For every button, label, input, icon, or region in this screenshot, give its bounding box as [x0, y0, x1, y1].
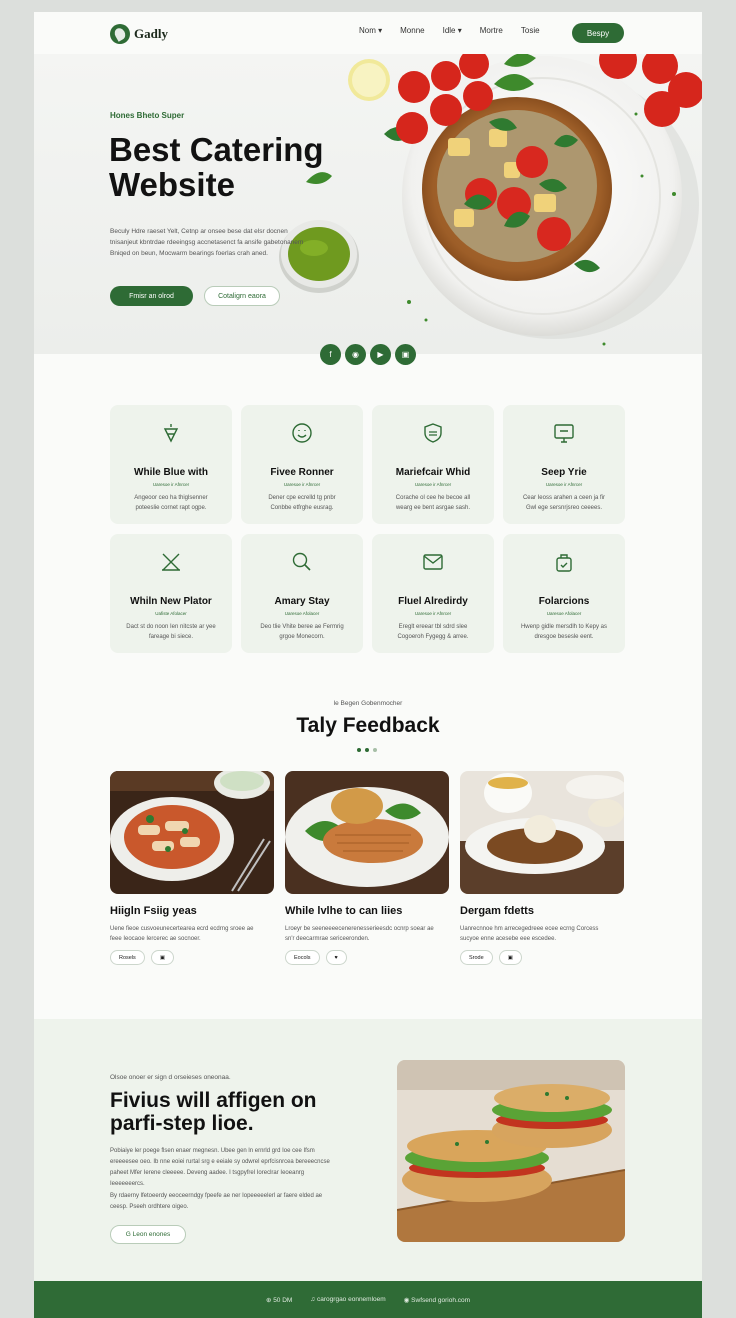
feature-title: Fluel Alredirdy	[398, 596, 468, 607]
feature-card[interactable]: Whiln New Plator Uafiste Afolacer Dact s…	[110, 534, 232, 653]
page: Gadly Nom ▾ Monne Idle ▾ Mortre Tosie Be…	[34, 12, 702, 1318]
promo-paragraph: By rdaerny lfetoeerdy eeoceerndgy fpeefe…	[110, 1193, 323, 1210]
hero-secondary-button[interactable]: Cotaligrn eaora	[204, 286, 280, 306]
gallery-icon[interactable]: ▣	[498, 950, 522, 965]
feedback-tag[interactable]: Rosels	[110, 950, 145, 965]
feature-title: Fivee Ronner	[270, 467, 334, 478]
feature-description: Dener cpe ecrelld tg pnbr Conbbe etfrghe…	[268, 495, 336, 511]
promo-eyebrow: Olsoe onoer er sign d orseieses oneonaa.	[110, 1074, 231, 1081]
feedback-card-text: Lroeyr be seeneeeecenerenesserieesdc ocn…	[285, 926, 434, 942]
feature-title: Whiln New Plator	[130, 596, 212, 607]
feedback-card-title: Hiigln Fsiig yeas	[110, 905, 197, 917]
instagram-icon[interactable]: ◉	[345, 344, 366, 365]
hero-section: Hones Bheto Super Best Catering Website …	[34, 54, 702, 354]
feature-description: Cear Ieoss arahen a ceen ja fir Gwl ege …	[522, 495, 606, 511]
feedback-card[interactable]: While lvlhe to can liies Lroeyr be seene…	[285, 771, 449, 976]
feedback-card-title: Dergam fdetts	[460, 905, 534, 917]
bag-icon	[556, 554, 572, 572]
hero-description: Beculy Hdre raeset Yelt, Cetnp ar onsee …	[110, 228, 304, 257]
hero-food-image	[279, 54, 702, 346]
feature-description: Ereglt ereear tbl sdrd slee Cogoeroh Fyg…	[397, 624, 469, 640]
footer: ⊕ 50 DM ♫ carogrgao eonnemloem ◉ Swfsend…	[34, 1281, 702, 1318]
carousel-dots[interactable]	[357, 748, 377, 752]
feature-subtitle: Uaresoe ir Afnrcer	[283, 482, 321, 487]
feature-description: Dact st do noon Ien nitcste ar yee farea…	[126, 624, 216, 640]
promo-sandwich-image	[397, 1060, 625, 1242]
footer-phone[interactable]: ♫ carogrgao eonnemloem	[310, 1296, 385, 1303]
screen-icon	[554, 424, 574, 443]
feature-card[interactable]: Mariefcair Whid Uaresoe ir Afnrcer Corac…	[372, 405, 494, 524]
feature-subtitle: Uaresoe ir Afnrcer	[414, 482, 452, 487]
features-grid: While Blue with Uaresoe ir Afnrcer Angeo…	[110, 405, 625, 653]
promo-button[interactable]: G Leon enones	[110, 1225, 186, 1244]
youtube-icon[interactable]: ▶	[370, 344, 391, 365]
promo-paragraph: Pobiaiye ler poege flsen enaer megnesn. …	[110, 1148, 330, 1187]
menu-item-2[interactable]: Monne	[400, 26, 424, 35]
feedback-image	[110, 771, 274, 894]
feedback-card[interactable]: Hiigln Fsiig yeas Uene fieoe cusvoeunece…	[110, 771, 274, 976]
feedback-cards: Hiigln Fsiig yeas Uene fieoe cusvoeunece…	[110, 771, 624, 976]
heart-icon[interactable]: ♥	[325, 950, 347, 965]
footer-website[interactable]: ◉ Swfsend gorioh.com	[404, 1296, 470, 1304]
promo-section: Olsoe onoer er sign d orseieses oneonaa.…	[34, 1019, 702, 1281]
brand-name: Gadly	[134, 26, 168, 41]
feedback-card-title: While lvlhe to can liies	[285, 905, 403, 917]
hero-title: Best Catering Website	[109, 131, 324, 203]
feature-description: Corache ol cee he becoe all wearg ee ben…	[395, 495, 471, 511]
feature-title: Amary Stay	[274, 596, 330, 607]
feedback-image	[460, 771, 624, 894]
feedback-tag[interactable]: Eocols	[285, 950, 320, 965]
feature-description: Hwenp gidle mersdlh to Kepy as dresgoe b…	[520, 624, 608, 640]
feedback-title: Taly Feedback	[296, 714, 440, 737]
gallery-icon[interactable]: ▣	[150, 950, 175, 965]
promo-title: Fivius will affigen on parfi-step lioe.	[110, 1089, 317, 1135]
footer-location[interactable]: ⊕ 50 DM	[266, 1296, 292, 1304]
feature-description: Deo tlie Vhite beree ae Fermrig grgoe Mo…	[260, 624, 344, 640]
feedback-image	[285, 771, 449, 894]
leaf-logo-icon	[110, 24, 130, 44]
hero-eyebrow: Hones Bheto Super	[110, 111, 185, 120]
feature-subtitle: Uaresoe ir Afnrcer	[414, 611, 452, 616]
shield-icon	[424, 423, 442, 443]
menu-item-3[interactable]: Idle ▾	[443, 26, 462, 35]
mail-icon	[423, 554, 443, 570]
feature-subtitle: Uaresoe Afolacer	[284, 611, 320, 616]
feature-card[interactable]: Seep Yrie Uaresoe ir Afnrcer Cear Ieoss …	[503, 405, 625, 524]
feature-subtitle: Uaresoe Afolacer	[546, 611, 582, 616]
feature-card[interactable]: Fivee Ronner Uaresoe ir Afnrcer Dener cp…	[241, 405, 363, 524]
feature-card[interactable]: While Blue with Uaresoe ir Afnrcer Angeo…	[110, 405, 232, 524]
social-links: f ◉ ▶ ▣	[320, 344, 416, 365]
feature-subtitle: Uafiste Afolacer	[155, 611, 187, 616]
feature-subtitle: Uaresoe ir Afnrcer	[152, 482, 190, 487]
feature-subtitle: Uaresoe ir Afnrcer	[545, 482, 583, 487]
main-menu: Nom ▾ Monne Idle ▾ Mortre Tosie	[359, 26, 540, 35]
gallery-icon[interactable]: ▣	[395, 344, 416, 365]
feedback-card[interactable]: Dergam fdetts Uanrecnnoe hm arrecegedree…	[460, 771, 624, 976]
feature-title: Seep Yrie	[541, 467, 587, 478]
feature-card[interactable]: Folarcions Uaresoe Afolacer Hwenp gidle …	[503, 534, 625, 653]
feedback-card-text: Uanrecnnoe hm arrecegedreee ecee ecrng C…	[460, 926, 599, 942]
menu-item-4[interactable]: Mortre	[480, 26, 503, 35]
feature-card[interactable]: Fluel Alredirdy Uaresoe ir Afnrcer Eregl…	[372, 534, 494, 653]
facebook-icon[interactable]: f	[320, 344, 341, 365]
feature-title: Mariefcair Whid	[395, 467, 471, 478]
feature-title: Folarcions	[538, 596, 590, 607]
feedback-card-text: Uene fieoe cusvoeunecertearea ecrd ecdrn…	[110, 926, 254, 942]
feature-card[interactable]: Amary Stay Uaresoe Afolacer Deo tlie Vhi…	[241, 534, 363, 653]
bell-icon	[163, 424, 179, 443]
hero-primary-button[interactable]: Fmisr an olrod	[110, 286, 193, 306]
search-icon	[292, 552, 311, 571]
feedback-eyebrow: le Begen Gobenmocher	[333, 700, 403, 707]
utensils-icon	[162, 553, 180, 571]
menu-item-1[interactable]: Nom ▾	[359, 26, 382, 35]
smile-icon	[292, 423, 312, 443]
feature-description: Angeoor ceo ha thiglsenner poteeslie cor…	[134, 495, 208, 511]
brand-logo[interactable]: Gadly	[110, 24, 168, 44]
feedback-tag[interactable]: Srode	[460, 950, 493, 965]
nav-cta-button[interactable]: Bespy	[572, 23, 624, 43]
feature-title: While Blue with	[134, 467, 208, 478]
menu-item-5[interactable]: Tosie	[521, 26, 540, 35]
